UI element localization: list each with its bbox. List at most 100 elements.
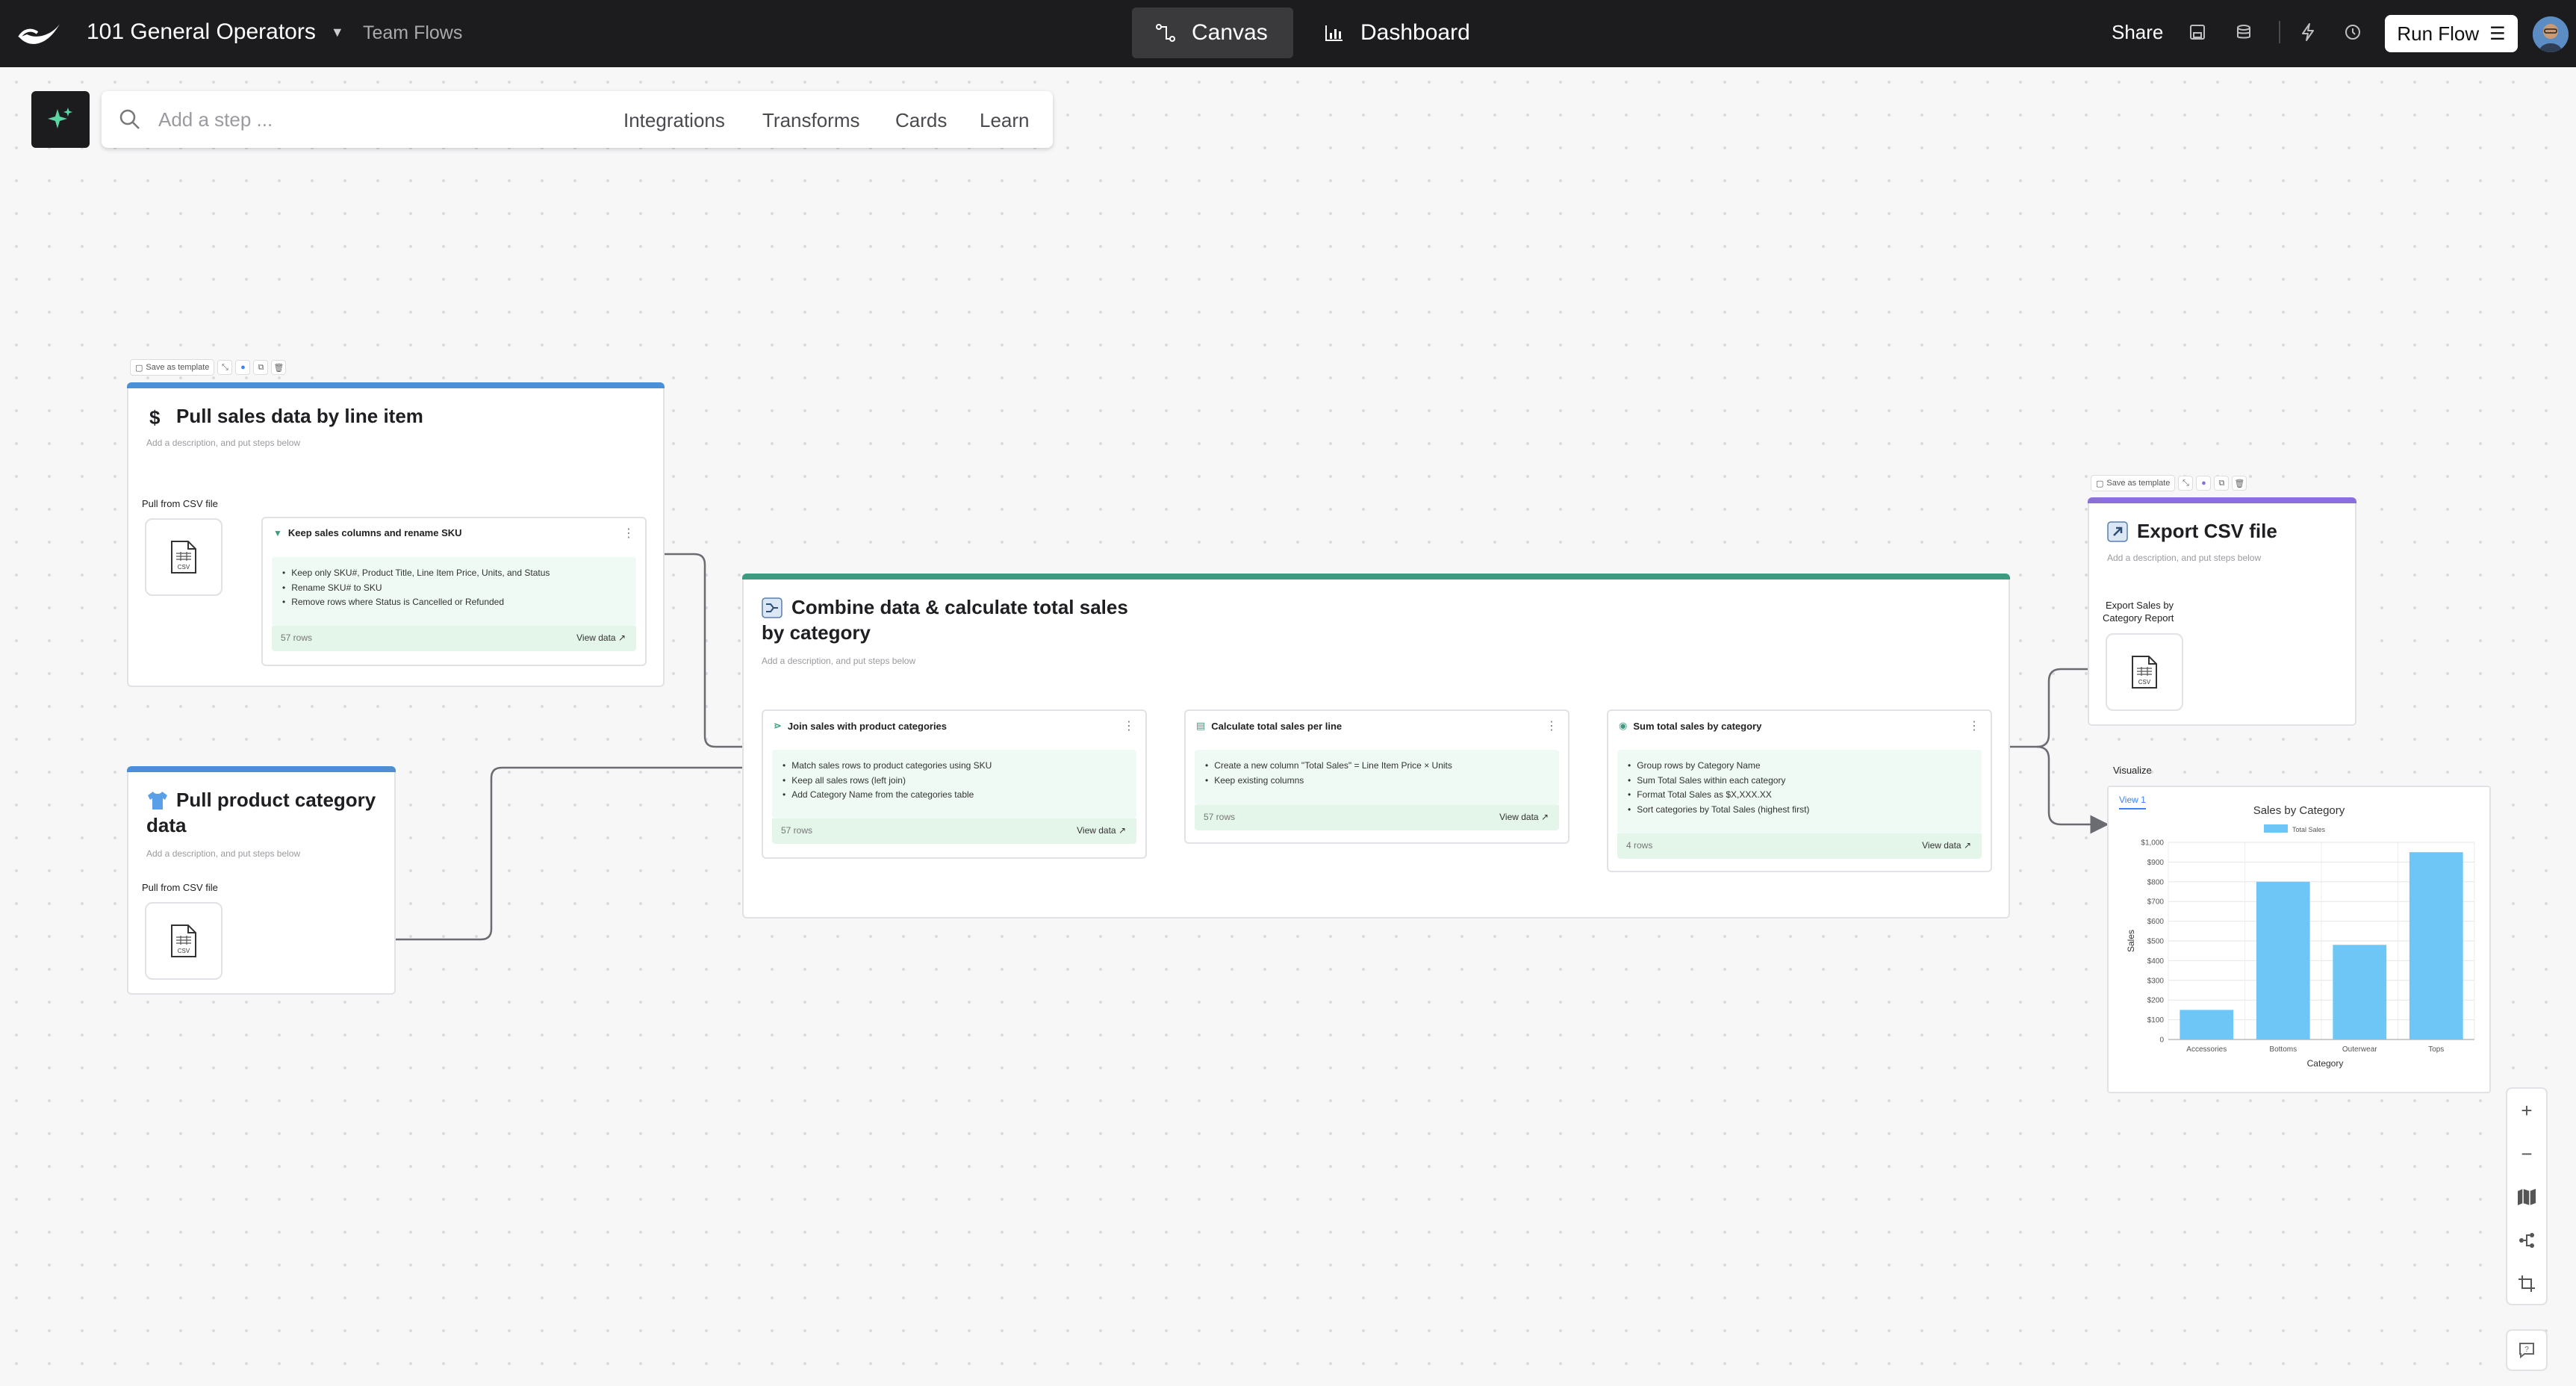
auto-layout-icon[interactable] bbox=[2507, 1219, 2546, 1262]
fit-view-icon[interactable] bbox=[2507, 1262, 2546, 1305]
card-combine[interactable]: Combine data & calculate total sales by … bbox=[742, 574, 2010, 919]
csv-file-icon: CSV bbox=[171, 541, 196, 574]
source-label: Pull from CSV file bbox=[142, 498, 218, 509]
more-options-icon[interactable]: ⋮ bbox=[623, 526, 635, 541]
destination-label: Export Sales by bbox=[2106, 600, 2174, 611]
view-data-link[interactable]: View data ↗ bbox=[1499, 812, 1549, 822]
step-bullet: Create a new column "Total Sales" = Line… bbox=[1205, 759, 1559, 774]
view-data-link[interactable]: View data ↗ bbox=[1077, 825, 1126, 836]
card-toolbar: ▢ Save as template ⤡ ● ⧉ 🗑 bbox=[2091, 475, 2247, 491]
shrink-icon[interactable]: ⤡ bbox=[217, 360, 233, 375]
y-tick-label: $600 bbox=[2147, 918, 2165, 926]
card-description[interactable]: Add a description, and put steps below bbox=[762, 656, 915, 666]
step-join-sales[interactable]: ⋗ Join sales with product categories ⋮ M… bbox=[762, 709, 1147, 859]
view-data-label: View data bbox=[1499, 812, 1539, 822]
csv-export-node[interactable]: CSV bbox=[2106, 633, 2183, 711]
row-count: 57 rows bbox=[281, 633, 313, 643]
step-body: Match sales rows to product categories u… bbox=[772, 750, 1136, 818]
card-description[interactable]: Add a description, and put steps below bbox=[146, 438, 300, 448]
calculator-icon: ▤ bbox=[1196, 720, 1206, 731]
card-pull-sales[interactable]: $ Pull sales data by line item Add a des… bbox=[127, 382, 665, 687]
card-export[interactable]: Export CSV file Add a description, and p… bbox=[2088, 497, 2356, 726]
y-tick-label: 0 bbox=[2159, 1037, 2164, 1045]
y-tick-label: $900 bbox=[2147, 859, 2165, 867]
more-options-icon[interactable]: ⋮ bbox=[1123, 718, 1135, 733]
card-pull-category[interactable]: Pull product category data Add a descrip… bbox=[127, 766, 396, 995]
external-link-icon: ↗ bbox=[1118, 825, 1126, 836]
palette-icon[interactable]: ● bbox=[2196, 476, 2212, 491]
copy-icon[interactable]: ⧉ bbox=[2214, 476, 2230, 491]
view-data-label: View data bbox=[1077, 825, 1116, 836]
csv-source-node[interactable]: CSV bbox=[145, 902, 223, 980]
merge-icon bbox=[762, 597, 783, 618]
card-title-line2[interactable]: data bbox=[146, 812, 186, 838]
card-description[interactable]: Add a description, and put steps below bbox=[2107, 553, 2261, 563]
step-title: Sum total sales by category bbox=[1633, 720, 1762, 732]
map-icon[interactable] bbox=[2507, 1175, 2546, 1219]
external-link-icon: ↗ bbox=[1963, 840, 1971, 851]
step-bullet: Rename SKU# to SKU bbox=[282, 581, 636, 596]
card-accent bbox=[742, 574, 2010, 579]
card-accent bbox=[127, 382, 665, 388]
trash-icon[interactable]: 🗑 bbox=[271, 360, 287, 375]
card-title[interactable]: Combine data & calculate total sales bbox=[791, 594, 1128, 620]
x-tick-label: Tops bbox=[2428, 1045, 2444, 1054]
step-header: ▼ Keep sales columns and rename SKU bbox=[273, 527, 462, 538]
more-options-icon[interactable]: ⋮ bbox=[1968, 718, 1980, 733]
trash-icon[interactable]: 🗑 bbox=[2232, 476, 2247, 491]
destination-label-line2: Category Report bbox=[2103, 612, 2174, 624]
x-tick-label: Bottoms bbox=[2269, 1045, 2297, 1054]
view-data-link[interactable]: View data ↗ bbox=[1922, 840, 1971, 851]
more-options-icon[interactable]: ⋮ bbox=[1546, 718, 1558, 733]
card-title[interactable]: Pull product category bbox=[176, 787, 376, 812]
chart-title: Sales by Category bbox=[2253, 804, 2345, 817]
filter-icon: ▼ bbox=[273, 527, 282, 538]
y-tick-label: $100 bbox=[2147, 1016, 2165, 1025]
step-title: Keep sales columns and rename SKU bbox=[287, 527, 462, 538]
step-bullet: Format Total Sales as $X,XXX.XX bbox=[1628, 788, 1982, 803]
save-as-template-button[interactable]: ▢ Save as template bbox=[130, 359, 215, 376]
step-footer: 57 rows View data ↗ bbox=[772, 818, 1136, 844]
zoom-out-icon[interactable]: − bbox=[2507, 1132, 2546, 1175]
step-sum-by-category[interactable]: ◉ Sum total sales by category ⋮ Group ro… bbox=[1607, 709, 1992, 872]
csv-source-node[interactable]: CSV bbox=[145, 518, 223, 596]
dollar-icon: $ bbox=[149, 406, 161, 429]
sum-icon: ◉ bbox=[1619, 720, 1628, 731]
step-bullet: Sum Total Sales within each category bbox=[1628, 774, 1982, 789]
visualize-label: Visualize bbox=[2113, 765, 2152, 776]
step-footer: 4 rows View data ↗ bbox=[1617, 833, 1982, 859]
card-toolbar: ▢ Save as template ⤡ ● ⧉ 🗑 bbox=[130, 359, 287, 376]
step-bullet: Sort categories by Total Sales (highest … bbox=[1628, 803, 1982, 818]
feedback-button[interactable]: ? bbox=[2506, 1329, 2548, 1371]
shirt-icon bbox=[148, 792, 167, 809]
step-bullet: Keep only SKU#, Product Title, Line Item… bbox=[282, 566, 636, 581]
step-body: Create a new column "Total Sales" = Line… bbox=[1195, 750, 1559, 805]
visualize-card[interactable]: View 1 Sales by Category Total Sales 0 $100… bbox=[2107, 786, 2491, 1093]
card-description[interactable]: Add a description, and put steps below bbox=[146, 848, 300, 859]
step-body: Group rows by Category Name Sum Total Sa… bbox=[1617, 750, 1982, 833]
copy-icon[interactable]: ⧉ bbox=[253, 360, 269, 375]
card-title[interactable]: Pull sales data by line item bbox=[176, 403, 423, 429]
x-tick-label: Outerwear bbox=[2342, 1045, 2377, 1054]
card-title-line2[interactable]: by category bbox=[762, 620, 871, 645]
bar-accessories bbox=[2180, 1010, 2234, 1040]
palette-icon[interactable]: ● bbox=[235, 360, 251, 375]
step-keep-sales-columns[interactable]: ▼ Keep sales columns and rename SKU ⋮ Ke… bbox=[261, 517, 647, 666]
legend-label: Total Sales bbox=[2292, 826, 2326, 833]
step-calculate-total[interactable]: ▤ Calculate total sales per line ⋮ Creat… bbox=[1184, 709, 1569, 844]
shrink-icon[interactable]: ⤡ bbox=[2178, 476, 2194, 491]
step-bullet: Add Category Name from the categories ta… bbox=[783, 788, 1136, 803]
view-data-link[interactable]: View data ↗ bbox=[576, 633, 626, 643]
step-title: Calculate total sales per line bbox=[1211, 720, 1343, 732]
chat-help-icon: ? bbox=[2519, 1343, 2534, 1359]
export-icon bbox=[2107, 521, 2128, 542]
connector bbox=[2036, 745, 2109, 834]
zoom-in-icon[interactable]: + bbox=[2507, 1089, 2546, 1132]
save-as-template-button[interactable]: ▢ Save as template bbox=[2091, 475, 2176, 491]
csv-label: CSV bbox=[178, 948, 190, 954]
card-title[interactable]: Export CSV file bbox=[2137, 518, 2277, 544]
step-bullet: Remove rows where Status is Cancelled or… bbox=[282, 595, 636, 610]
y-tick-label: $400 bbox=[2147, 957, 2165, 966]
step-header: ⋗ Join sales with product categories bbox=[774, 720, 947, 732]
bar-outerwear bbox=[2333, 945, 2387, 1040]
